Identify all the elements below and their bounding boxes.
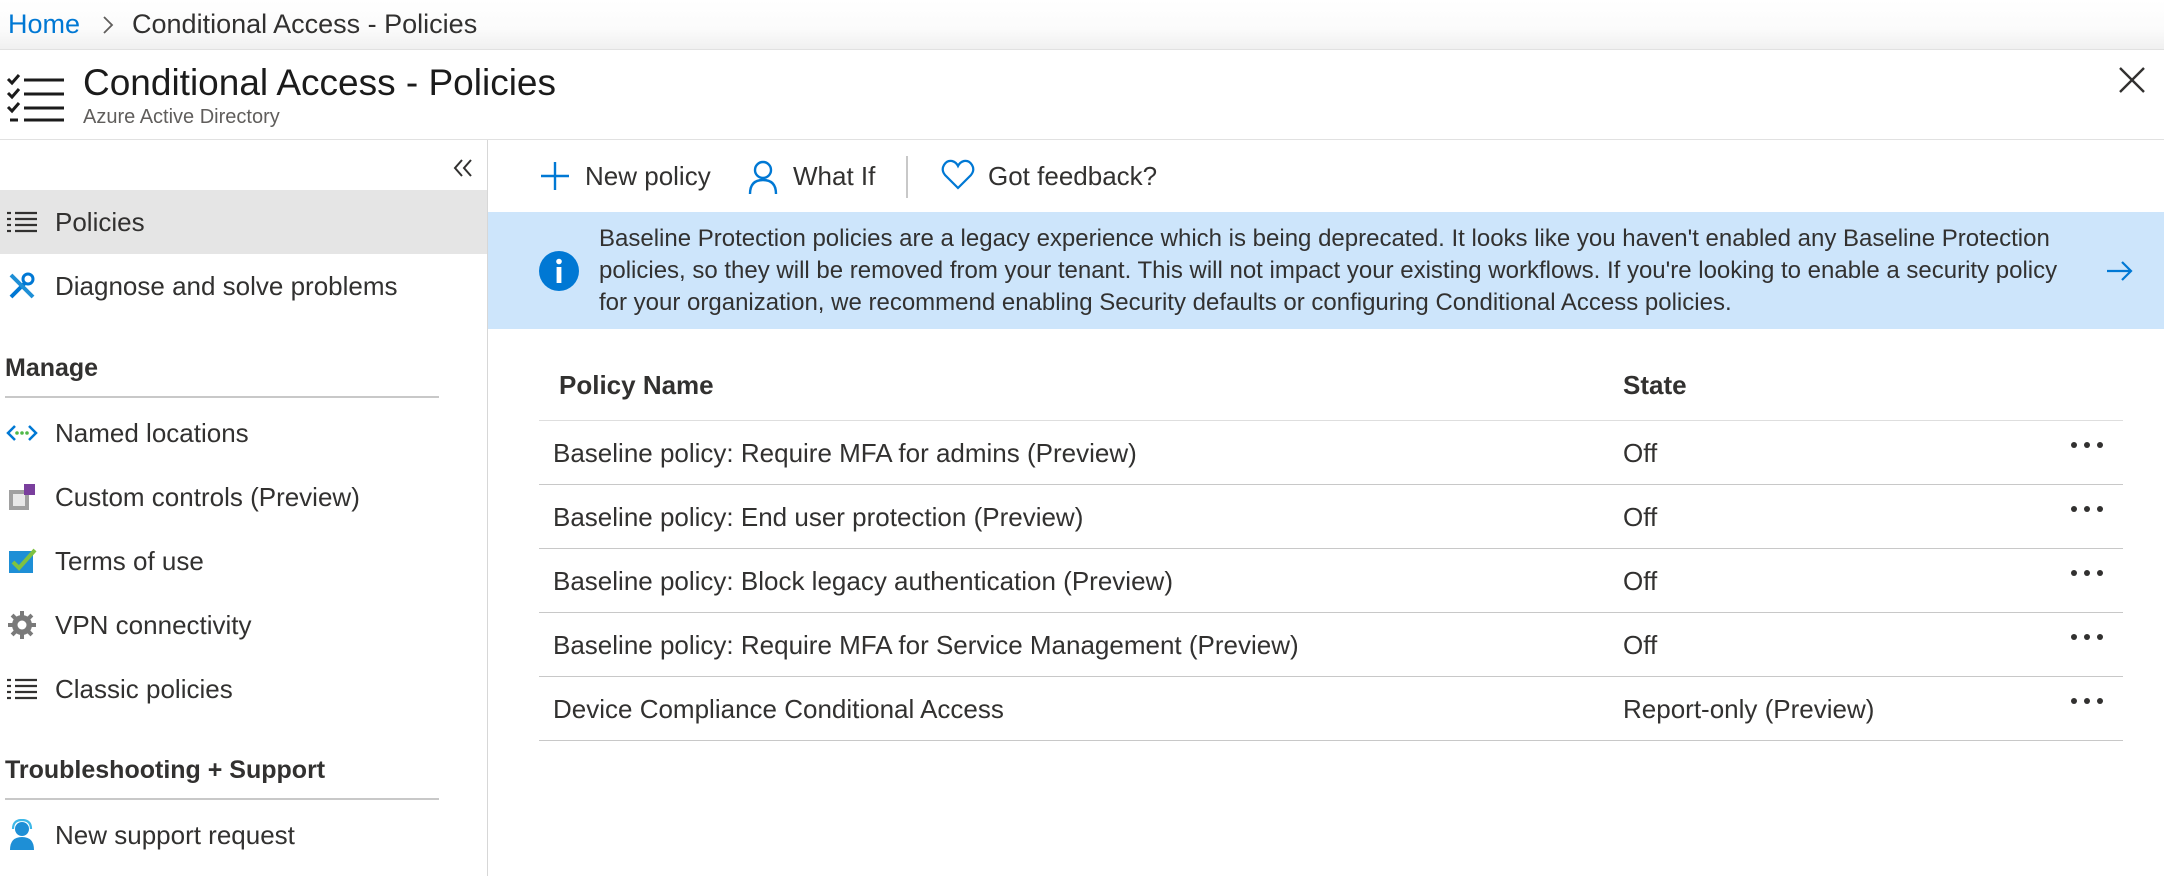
sidebar-item-custom-controls[interactable]: Custom controls (Preview)	[0, 465, 487, 529]
column-header-policy-name[interactable]: Policy Name	[559, 370, 714, 401]
what-if-button[interactable]: What If	[746, 156, 875, 196]
table-row[interactable]: Baseline policy: End user protection (Pr…	[539, 485, 2123, 549]
deprecation-banner: Baseline Protection policies are a legac…	[488, 212, 2164, 329]
page-subtitle: Azure Active Directory	[83, 106, 280, 128]
sidebar-item-label: Named locations	[55, 417, 249, 448]
collapse-sidebar-icon[interactable]	[448, 154, 478, 182]
network-icon	[4, 416, 40, 450]
sidebar-item-terms-of-use[interactable]: Terms of use	[0, 529, 487, 593]
more-options-icon[interactable]	[2067, 625, 2107, 649]
breadcrumb-current: Conditional Access - Policies	[132, 9, 478, 39]
sidebar-item-diagnose[interactable]: Diagnose and solve problems	[0, 254, 487, 318]
more-options-icon[interactable]	[2067, 689, 2107, 713]
section-title-troubleshooting: Troubleshooting + Support	[5, 756, 326, 784]
policy-state-cell: Off	[1623, 630, 1658, 660]
sidebar-item-vpn-connectivity[interactable]: VPN connectivity	[0, 593, 487, 657]
toolbar-divider	[906, 156, 908, 198]
policy-state-cell: Off	[1623, 566, 1658, 596]
policy-name-cell[interactable]: Baseline policy: End user protection (Pr…	[553, 502, 1083, 533]
divider	[5, 396, 439, 398]
table-row[interactable]: Baseline policy: Require MFA for Service…	[539, 613, 2123, 677]
policies-table: Policy Name State Baseline policy: Requi…	[539, 340, 2123, 741]
feedback-label: Got feedback?	[988, 160, 1158, 191]
more-options-icon[interactable]	[2067, 433, 2107, 457]
sidebar-item-label: Classic policies	[55, 673, 233, 704]
sidebar-item-label: Diagnose and solve problems	[55, 270, 398, 301]
new-policy-label: New policy	[585, 160, 711, 191]
sidebar-item-named-locations[interactable]: Named locations	[0, 401, 487, 465]
divider	[5, 798, 439, 800]
wrench-icon	[4, 269, 40, 303]
sidebar-item-policies[interactable]: Policies	[0, 190, 487, 254]
heart-icon	[941, 159, 975, 193]
info-icon	[538, 250, 580, 292]
plus-icon	[538, 159, 572, 193]
sidebar-item-new-support-request[interactable]: New support request	[0, 803, 487, 867]
sidebar: Policies Diagnose and solve problems Man…	[0, 140, 488, 876]
policy-list-icon	[6, 70, 66, 122]
support-person-icon	[4, 818, 40, 852]
chevron-right-icon	[102, 15, 114, 35]
sidebar-item-label: Policies	[55, 206, 145, 237]
checklist-icon	[4, 544, 40, 578]
policy-name-cell[interactable]: Baseline policy: Block legacy authentica…	[553, 566, 1173, 597]
banner-line: policies, so they will be removed from y…	[599, 257, 2058, 284]
command-bar: New policy What If Got feedback?	[488, 140, 2164, 212]
custom-controls-icon	[4, 480, 40, 514]
banner-line: for your organization, we recommend enab…	[599, 289, 1732, 316]
policy-state-cell: Off	[1623, 438, 1658, 468]
policy-name-cell[interactable]: Device Compliance Conditional Access	[553, 694, 1004, 725]
sidebar-item-classic-policies[interactable]: Classic policies	[0, 657, 487, 721]
sidebar-item-label: VPN connectivity	[55, 609, 252, 640]
table-row[interactable]: Baseline policy: Block legacy authentica…	[539, 549, 2123, 613]
sidebar-item-label: Custom controls (Preview)	[55, 481, 360, 512]
more-options-icon[interactable]	[2067, 561, 2107, 585]
list-icon	[4, 672, 40, 706]
section-title-manage: Manage	[5, 354, 99, 382]
arrow-right-icon[interactable]	[2103, 256, 2135, 286]
policy-name-cell[interactable]: Baseline policy: Require MFA for Service…	[553, 630, 1299, 661]
sidebar-item-label: New support request	[55, 819, 295, 850]
policy-state-cell: Off	[1623, 502, 1658, 532]
policy-name-cell[interactable]: Baseline policy: Require MFA for admins …	[553, 438, 1137, 469]
more-options-icon[interactable]	[2067, 497, 2107, 521]
new-policy-button[interactable]: New policy	[538, 156, 711, 196]
what-if-label: What If	[793, 160, 876, 191]
gear-icon	[4, 608, 40, 642]
feedback-button[interactable]: Got feedback?	[941, 156, 1157, 196]
column-header-state[interactable]: State	[1623, 370, 1687, 401]
table-header: Policy Name State	[539, 340, 2123, 421]
table-row[interactable]: Baseline policy: Require MFA for admins …	[539, 421, 2123, 485]
blade-header: Conditional Access - Policies Azure Acti…	[0, 50, 2164, 140]
table-row[interactable]: Device Compliance Conditional Access Rep…	[539, 677, 2123, 741]
sidebar-item-label: Terms of use	[55, 545, 204, 576]
policy-state-cell: Report-only (Preview)	[1623, 694, 1875, 724]
person-icon	[746, 159, 780, 195]
page-title: Conditional Access - Policies	[83, 62, 556, 103]
close-icon[interactable]	[2114, 62, 2150, 98]
breadcrumb-home-link[interactable]: Home	[8, 9, 80, 40]
breadcrumb: Home Conditional Access - Policies	[0, 0, 2164, 50]
list-icon	[4, 205, 40, 239]
banner-message: Baseline Protection policies are a legac…	[599, 223, 2074, 319]
banner-line: Baseline Protection policies are a legac…	[599, 225, 2050, 252]
